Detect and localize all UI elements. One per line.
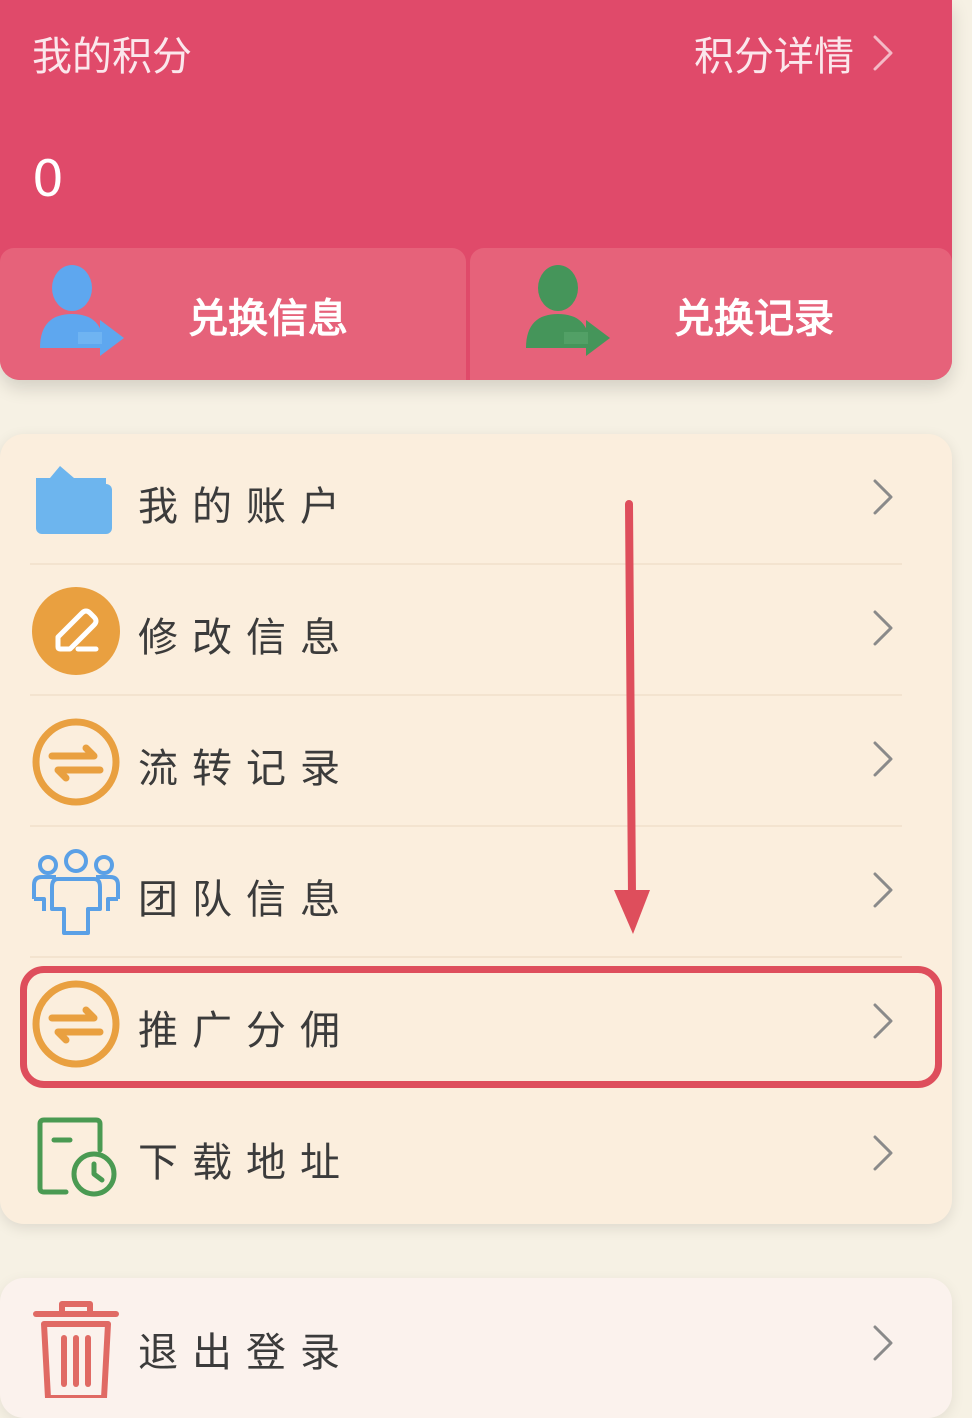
menu-item-label: 下载地址 bbox=[138, 1140, 354, 1186]
points-detail-label: 积分详情 bbox=[694, 34, 854, 80]
user-arrow-icon bbox=[520, 262, 612, 362]
menu-item-transfer-record[interactable]: 流转记录 bbox=[0, 696, 952, 827]
chevron-right-icon bbox=[872, 1002, 894, 1044]
exchange-record-label: 兑换记录 bbox=[674, 296, 834, 342]
logout-button[interactable]: 退出登录 bbox=[0, 1278, 952, 1418]
points-detail-link[interactable]: 积分详情 bbox=[694, 24, 894, 82]
menu-item-my-account[interactable]: 我的账户 bbox=[0, 434, 952, 565]
points-value: 0 bbox=[32, 150, 64, 208]
trash-icon bbox=[32, 1298, 120, 1402]
chevron-right-icon bbox=[872, 871, 894, 913]
chevron-right-icon bbox=[872, 1324, 894, 1366]
chevron-right-icon bbox=[872, 1134, 894, 1176]
menu-item-label: 推广分佣 bbox=[138, 1008, 354, 1054]
exchange-info-button[interactable]: 兑换信息 bbox=[0, 248, 466, 380]
exchange-record-button[interactable]: 兑换记录 bbox=[470, 248, 952, 380]
menu-item-edit-info[interactable]: 修改信息 bbox=[0, 565, 952, 696]
download-clock-icon bbox=[30, 1110, 122, 1202]
transfer-icon bbox=[30, 978, 122, 1070]
exchange-info-label: 兑换信息 bbox=[188, 296, 348, 342]
points-title: 我的积分 bbox=[32, 34, 192, 80]
chevron-right-icon bbox=[872, 609, 894, 651]
menu-item-label: 流转记录 bbox=[138, 746, 354, 792]
transfer-icon bbox=[30, 716, 122, 808]
team-icon bbox=[30, 847, 122, 939]
user-arrow-icon bbox=[34, 262, 126, 362]
menu-card: 我的账户 修改信息 流转记录 团队信息 推广分佣 下载地址 bbox=[0, 434, 952, 1224]
menu-item-team-info[interactable]: 团队信息 bbox=[0, 827, 952, 958]
menu-item-promotion-commission[interactable]: 推广分佣 bbox=[0, 958, 952, 1089]
points-card: 我的积分 积分详情 0 兑换信息 兑换记录 bbox=[0, 0, 952, 380]
menu-item-download-address[interactable]: 下载地址 bbox=[0, 1090, 952, 1221]
edit-icon bbox=[30, 585, 122, 677]
annotation-arrow bbox=[612, 500, 652, 940]
menu-item-label: 团队信息 bbox=[138, 877, 354, 923]
folder-icon bbox=[30, 454, 122, 546]
menu-item-label: 我的账户 bbox=[138, 484, 354, 530]
chevron-right-icon bbox=[872, 740, 894, 782]
menu-item-label: 修改信息 bbox=[138, 615, 354, 661]
exchange-row: 兑换信息 兑换记录 bbox=[0, 248, 952, 380]
chevron-right-icon bbox=[872, 34, 894, 72]
chevron-right-icon bbox=[872, 478, 894, 520]
logout-label: 退出登录 bbox=[138, 1330, 354, 1376]
